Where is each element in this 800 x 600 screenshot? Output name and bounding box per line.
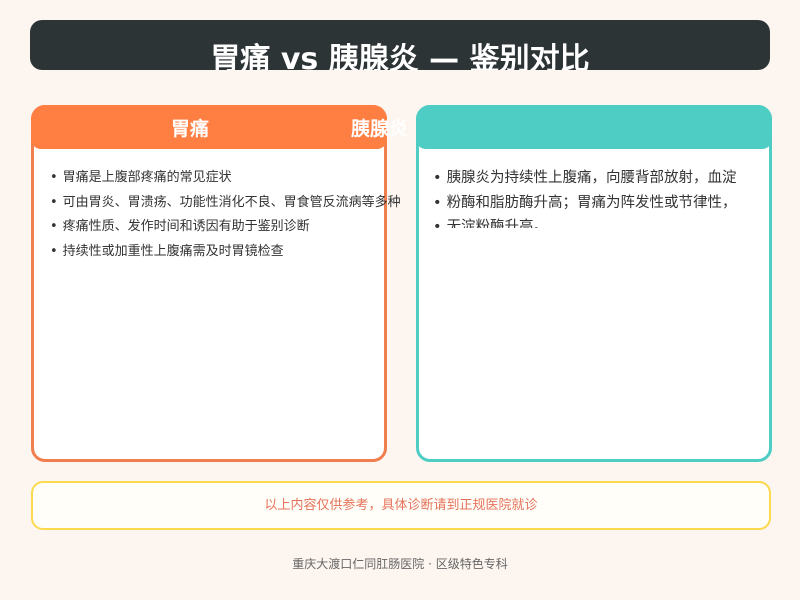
pancreatitis-card-title: 胰腺炎	[351, 118, 409, 140]
page-title: 胃痛 vs 胰腺炎 — 鉴别对比	[210, 42, 590, 70]
list-item: • 胃痛是上腹部疼痛的常见症状	[50, 170, 232, 185]
stomach-pain-card-title: 胃痛	[171, 118, 210, 140]
disclaimer-text: 以上内容仅供参考，具体诊断请到正规医院就诊	[264, 498, 538, 513]
bullet-icon: •	[50, 219, 58, 234]
pancreatitis-list: • 胰腺炎为持续性上腹痛，向腰背部放射，血淀 • 粉酶和脂肪酶升高；胃痛为阵发性或节…	[433, 166, 737, 228]
list-item: • 疼痛性质、发作时间和诱因有助于鉴别诊断	[50, 219, 310, 234]
disclaimer-box: 以上内容仅供参考，具体诊断请到正规医院就诊	[31, 481, 771, 530]
list-item: • 可由胃炎、胃溃疡、功能性消化不良、胃食管反流病等多种	[50, 194, 401, 210]
stomach-pain-card: 胃痛 胰腺炎 • 胃痛是上腹部疼痛的常见症状 • 可由胃炎、胃溃疡、功能性消化不良、…	[31, 105, 408, 462]
pancreatitis-card: • 胰腺炎为持续性上腹痛，向腰背部放射，血淀 • 粉酶和脂肪酶升高；胃痛为阵发性或节…	[416, 105, 772, 462]
list-item: • 无淀粉酶升高。	[433, 215, 737, 228]
stomach-pain-list: • 胃痛是上腹部疼痛的常见症状 • 可由胃炎、胃溃疡、功能性消化不良、胃食管反流病等…	[50, 166, 401, 264]
bullet-icon: •	[50, 170, 58, 185]
bullet-icon: •	[433, 219, 442, 228]
list-item: • 持续性或加重性上腹痛需及时胃镜检查	[50, 243, 284, 259]
pancreatitis-text-clip: • 胰腺炎为持续性上腹痛，向腰背部放射，血淀 • 粉酶和脂肪酶升高；胃痛为阵发性或节…	[419, 108, 771, 228]
bullet-icon: •	[50, 194, 58, 210]
bullet-icon: •	[50, 243, 58, 259]
bullet-icon: •	[433, 194, 442, 211]
title-banner: 胃痛 vs 胰腺炎 — 鉴别对比	[30, 20, 770, 70]
list-item: • 粉酶和脂肪酶升高；胃痛为阵发性或节律性，	[433, 194, 737, 211]
list-item: • 胰腺炎为持续性上腹痛，向腰背部放射，血淀	[433, 170, 737, 186]
footer-text: 重庆大渡口仁同肛肠医院 · 区级特色专科	[292, 557, 508, 571]
stomach-pain-card-header: 胃痛 胰腺炎	[31, 105, 408, 149]
page: 胃痛 vs 胰腺炎 — 鉴别对比 胃痛 胰腺炎 • 胃痛是上腹部疼痛的常见症状 •…	[0, 0, 800, 600]
bullet-icon: •	[433, 170, 442, 186]
